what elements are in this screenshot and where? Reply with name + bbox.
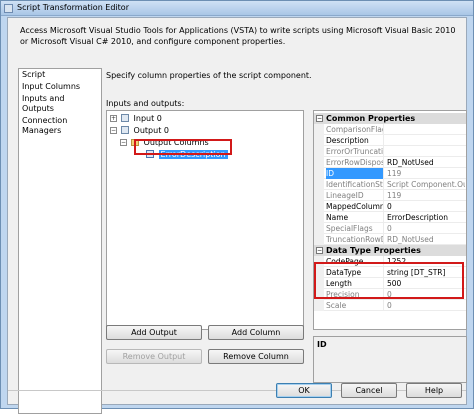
nav-item-input-columns[interactable]: Input Columns [19, 81, 101, 93]
collapse-icon[interactable]: − [120, 139, 127, 146]
remove-output-button[interactable]: Remove Output [106, 349, 202, 364]
property-row[interactable]: LineageID 119 [314, 190, 466, 201]
collapse-icon[interactable]: − [110, 127, 117, 134]
tree-node-input-0[interactable]: + Input 0 [110, 113, 162, 124]
property-row[interactable]: MappedColumnID0 [314, 201, 466, 212]
nav-item-inputs-and-outputs[interactable]: Inputs and Outputs [19, 93, 101, 115]
property-row-selected[interactable]: ID 119 [314, 168, 466, 179]
property-row[interactable]: SpecialFlags 0 [314, 223, 466, 234]
property-row[interactable]: ErrorRowDispositioRD_NotUsed [314, 157, 466, 168]
output-node-icon [121, 126, 129, 134]
app-icon [4, 4, 13, 13]
nav-item-connection-managers[interactable]: Connection Managers [19, 115, 101, 137]
window-title: Script Transformation Editor [17, 3, 129, 12]
property-row[interactable]: Description [314, 135, 466, 146]
nav-item-script[interactable]: Script [19, 69, 101, 81]
dialog-description: Access Microsoft Visual Studio Tools for… [20, 26, 456, 46]
add-column-button[interactable]: Add Column [208, 325, 304, 340]
tree-node-label: Input 0 [133, 114, 162, 123]
property-row[interactable]: TruncationRowDispoRD_NotUsed [314, 234, 466, 245]
property-description-pane: ID [313, 336, 467, 383]
property-row[interactable]: Scale 0 [314, 300, 466, 311]
collapse-icon[interactable]: − [316, 115, 323, 122]
remove-column-button[interactable]: Remove Column [208, 349, 304, 364]
cancel-button[interactable]: Cancel [341, 383, 397, 398]
property-row[interactable]: IdentificationStringScript Component.Out… [314, 179, 466, 190]
page-navigation-list: Script Input Columns Inputs and Outputs … [18, 68, 102, 414]
help-button[interactable]: Help [406, 383, 462, 398]
add-output-button[interactable]: Add Output [106, 325, 202, 340]
tree-node-label: Output 0 [133, 126, 169, 135]
highlight-box-column [134, 139, 232, 155]
ok-button[interactable]: OK [276, 383, 332, 398]
input-node-icon [121, 114, 129, 122]
inputs-outputs-label: Inputs and outputs: [106, 99, 185, 108]
property-description-title: ID [317, 340, 327, 349]
category-data-type-properties[interactable]: − Data Type Properties [314, 245, 466, 256]
script-transformation-editor-window: Script Transformation Editor Access Micr… [0, 0, 474, 414]
category-common-properties[interactable]: − Common Properties [314, 113, 466, 124]
page-hint: Specify column properties of the script … [106, 71, 312, 80]
property-row[interactable]: Name ErrorDescription [314, 212, 466, 223]
title-bar[interactable]: Script Transformation Editor [1, 1, 473, 16]
footer-separator [8, 390, 466, 391]
property-row[interactable]: ErrorOrTruncationAc [314, 146, 466, 157]
collapse-icon[interactable]: − [316, 247, 323, 254]
property-row[interactable]: ComparisonFlags [314, 124, 466, 135]
expand-icon[interactable]: + [110, 115, 117, 122]
highlight-box-datatype [314, 262, 464, 299]
dialog-client-area: Access Microsoft Visual Studio Tools for… [7, 17, 467, 414]
tree-node-output-0[interactable]: − Output 0 [110, 125, 169, 136]
